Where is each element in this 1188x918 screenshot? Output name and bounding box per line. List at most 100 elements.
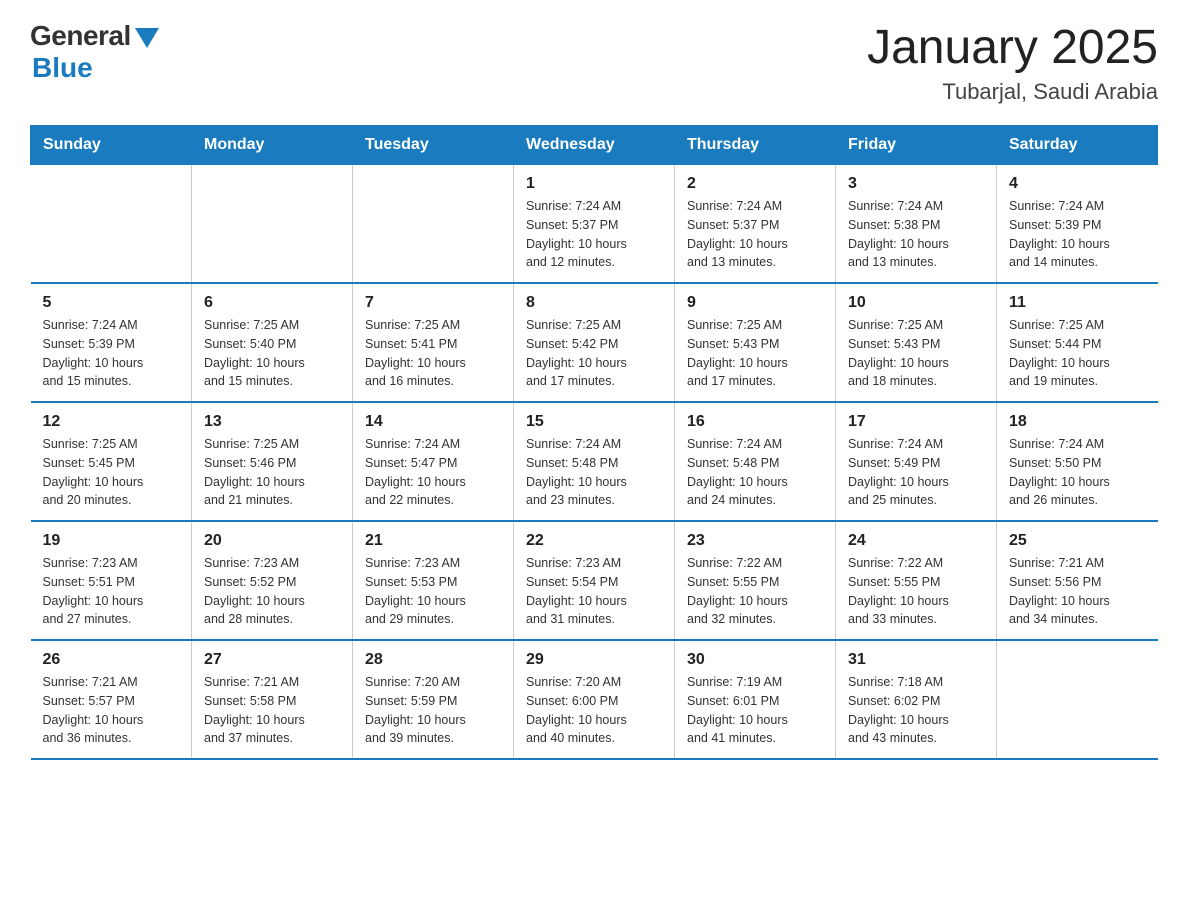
calendar-cell xyxy=(997,640,1158,759)
calendar-cell: 21 Sunrise: 7:23 AMSunset: 5:53 PMDayligh… xyxy=(353,521,514,640)
calendar-cell: 29 Sunrise: 7:20 AMSunset: 6:00 PMDayligh… xyxy=(514,640,675,759)
day-info: Sunrise: 7:25 AMSunset: 5:43 PMDaylight:… xyxy=(687,316,823,391)
day-info: Sunrise: 7:22 AMSunset: 5:55 PMDaylight:… xyxy=(687,554,823,629)
calendar-cell: 12Sunrise: 7:25 AMSunset: 5:45 PMDayligh… xyxy=(31,402,192,521)
day-info: Sunrise: 7:24 AMSunset: 5:48 PMDaylight:… xyxy=(687,435,823,510)
logo-triangle-icon xyxy=(135,28,159,48)
day-info: Sunrise: 7:24 AMSunset: 5:39 PMDaylight:… xyxy=(43,316,180,391)
day-number: 17 xyxy=(848,413,984,431)
logo-blue-text: Blue xyxy=(32,52,93,84)
calendar-cell: 13 Sunrise: 7:25 AMSunset: 5:46 PMDayligh… xyxy=(192,402,353,521)
day-number: 28 xyxy=(365,651,501,669)
day-number: 11 xyxy=(1009,294,1146,312)
calendar-cell xyxy=(192,165,353,284)
day-number: 24 xyxy=(848,532,984,550)
logo-general-text: General xyxy=(30,20,131,52)
calendar-cell xyxy=(31,165,192,284)
day-number: 3 xyxy=(848,175,984,193)
day-number: 31 xyxy=(848,651,984,669)
day-info: Sunrise: 7:21 AMSunset: 5:56 PMDaylight:… xyxy=(1009,554,1146,629)
calendar-cell: 26 Sunrise: 7:21 AMSunset: 5:57 PMDayligh… xyxy=(31,640,192,759)
calendar-cell: 4Sunrise: 7:24 AMSunset: 5:39 PMDaylight… xyxy=(997,165,1158,284)
day-number: 9 xyxy=(687,294,823,312)
day-number: 19 xyxy=(43,532,180,550)
day-info: Sunrise: 7:25 AMSunset: 5:43 PMDaylight:… xyxy=(848,316,984,391)
day-number: 10 xyxy=(848,294,984,312)
calendar-cell: 5Sunrise: 7:24 AMSunset: 5:39 PMDaylight… xyxy=(31,283,192,402)
day-number: 29 xyxy=(526,651,662,669)
day-header-saturday: Saturday xyxy=(997,126,1158,165)
day-number: 15 xyxy=(526,413,662,431)
day-info: Sunrise: 7:20 AMSunset: 6:00 PMDaylight:… xyxy=(526,673,662,748)
day-number: 22 xyxy=(526,532,662,550)
calendar-cell xyxy=(353,165,514,284)
day-info: Sunrise: 7:24 AMSunset: 5:50 PMDaylight:… xyxy=(1009,435,1146,510)
day-number: 8 xyxy=(526,294,662,312)
day-number: 12 xyxy=(43,413,180,431)
day-header-tuesday: Tuesday xyxy=(353,126,514,165)
day-number: 26 xyxy=(43,651,180,669)
day-info: Sunrise: 7:18 AMSunset: 6:02 PMDaylight:… xyxy=(848,673,984,748)
calendar-cell: 24 Sunrise: 7:22 AMSunset: 5:55 PMDayligh… xyxy=(836,521,997,640)
calendar-cell: 17 Sunrise: 7:24 AMSunset: 5:49 PMDayligh… xyxy=(836,402,997,521)
day-header-thursday: Thursday xyxy=(675,126,836,165)
calendar-cell: 19 Sunrise: 7:23 AMSunset: 5:51 PMDayligh… xyxy=(31,521,192,640)
page-header: General Blue January 2025 Tubarjal, Saud… xyxy=(30,20,1158,105)
calendar-cell: 7Sunrise: 7:25 AMSunset: 5:41 PMDaylight… xyxy=(353,283,514,402)
calendar-cell: 14Sunrise: 7:24 AMSunset: 5:47 PMDayligh… xyxy=(353,402,514,521)
day-info: Sunrise: 7:24 AMSunset: 5:49 PMDaylight:… xyxy=(848,435,984,510)
day-number: 21 xyxy=(365,532,501,550)
day-number: 6 xyxy=(204,294,340,312)
day-header-wednesday: Wednesday xyxy=(514,126,675,165)
day-number: 27 xyxy=(204,651,340,669)
calendar-week-3: 19 Sunrise: 7:23 AMSunset: 5:51 PMDayligh… xyxy=(31,521,1158,640)
day-info: Sunrise: 7:24 AMSunset: 5:37 PMDaylight:… xyxy=(687,197,823,272)
calendar-cell: 22Sunrise: 7:23 AMSunset: 5:54 PMDayligh… xyxy=(514,521,675,640)
day-info: Sunrise: 7:25 AMSunset: 5:46 PMDaylight:… xyxy=(204,435,340,510)
day-number: 4 xyxy=(1009,175,1146,193)
calendar-cell: 10 Sunrise: 7:25 AMSunset: 5:43 PMDayligh… xyxy=(836,283,997,402)
calendar-cell: 28 Sunrise: 7:20 AMSunset: 5:59 PMDayligh… xyxy=(353,640,514,759)
calendar-cell: 1 Sunrise: 7:24 AMSunset: 5:37 PMDaylight… xyxy=(514,165,675,284)
day-header-monday: Monday xyxy=(192,126,353,165)
day-info: Sunrise: 7:20 AMSunset: 5:59 PMDaylight:… xyxy=(365,673,501,748)
day-number: 13 xyxy=(204,413,340,431)
day-info: Sunrise: 7:21 AMSunset: 5:58 PMDaylight:… xyxy=(204,673,340,748)
day-number: 1 xyxy=(526,175,662,193)
calendar-cell: 31 Sunrise: 7:18 AMSunset: 6:02 PMDayligh… xyxy=(836,640,997,759)
calendar-cell: 6Sunrise: 7:25 AMSunset: 5:40 PMDaylight… xyxy=(192,283,353,402)
day-info: Sunrise: 7:23 AMSunset: 5:51 PMDaylight:… xyxy=(43,554,180,629)
calendar-cell: 27 Sunrise: 7:21 AMSunset: 5:58 PMDayligh… xyxy=(192,640,353,759)
calendar-cell: 20 Sunrise: 7:23 AMSunset: 5:52 PMDayligh… xyxy=(192,521,353,640)
day-info: Sunrise: 7:23 AMSunset: 5:52 PMDaylight:… xyxy=(204,554,340,629)
day-info: Sunrise: 7:24 AMSunset: 5:48 PMDaylight:… xyxy=(526,435,662,510)
day-info: Sunrise: 7:25 AMSunset: 5:42 PMDaylight:… xyxy=(526,316,662,391)
day-number: 7 xyxy=(365,294,501,312)
day-info: Sunrise: 7:21 AMSunset: 5:57 PMDaylight:… xyxy=(43,673,180,748)
calendar-week-2: 12Sunrise: 7:25 AMSunset: 5:45 PMDayligh… xyxy=(31,402,1158,521)
day-number: 20 xyxy=(204,532,340,550)
calendar-cell: 15 Sunrise: 7:24 AMSunset: 5:48 PMDayligh… xyxy=(514,402,675,521)
calendar-table: SundayMondayTuesdayWednesdayThursdayFrid… xyxy=(30,125,1158,760)
day-info: Sunrise: 7:24 AMSunset: 5:38 PMDaylight:… xyxy=(848,197,984,272)
title-section: January 2025 Tubarjal, Saudi Arabia xyxy=(867,20,1158,105)
day-number: 14 xyxy=(365,413,501,431)
logo: General Blue xyxy=(30,20,159,84)
day-number: 23 xyxy=(687,532,823,550)
day-info: Sunrise: 7:22 AMSunset: 5:55 PMDaylight:… xyxy=(848,554,984,629)
calendar-cell: 2 Sunrise: 7:24 AMSunset: 5:37 PMDaylight… xyxy=(675,165,836,284)
day-info: Sunrise: 7:24 AMSunset: 5:37 PMDaylight:… xyxy=(526,197,662,272)
day-number: 2 xyxy=(687,175,823,193)
calendar-cell: 23 Sunrise: 7:22 AMSunset: 5:55 PMDayligh… xyxy=(675,521,836,640)
day-info: Sunrise: 7:19 AMSunset: 6:01 PMDaylight:… xyxy=(687,673,823,748)
day-number: 25 xyxy=(1009,532,1146,550)
calendar-cell: 9 Sunrise: 7:25 AMSunset: 5:43 PMDaylight… xyxy=(675,283,836,402)
calendar-cell: 30 Sunrise: 7:19 AMSunset: 6:01 PMDayligh… xyxy=(675,640,836,759)
day-number: 18 xyxy=(1009,413,1146,431)
calendar-cell: 3 Sunrise: 7:24 AMSunset: 5:38 PMDaylight… xyxy=(836,165,997,284)
day-number: 30 xyxy=(687,651,823,669)
day-number: 16 xyxy=(687,413,823,431)
calendar-week-4: 26 Sunrise: 7:21 AMSunset: 5:57 PMDayligh… xyxy=(31,640,1158,759)
day-info: Sunrise: 7:23 AMSunset: 5:53 PMDaylight:… xyxy=(365,554,501,629)
location-subtitle: Tubarjal, Saudi Arabia xyxy=(867,79,1158,105)
